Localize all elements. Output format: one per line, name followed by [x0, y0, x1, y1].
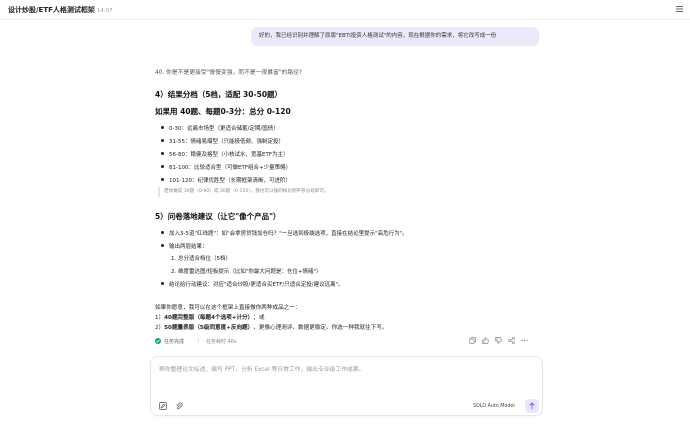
section4-subheading: 如果用 40题、每题0-3分：总分 0-120 — [155, 107, 291, 116]
user-message-text: 好的，我已经识别并理解了原版"EBTI投资人格测试"的内容，现在根据你的需求，将… — [259, 33, 497, 39]
sub-list-item: 1. 总分适合档位（5档） — [171, 256, 231, 262]
list-item: 56-80：稳健及格型（小核试水、宽基ETF为主） — [161, 150, 288, 158]
more-icon[interactable] — [521, 337, 528, 344]
list-item: 加入3-5道"红线题"：如"会拿房贷钱加仓吗？"一旦选到极端选项，直接在结论里提… — [161, 229, 408, 237]
hamburger-icon[interactable] — [676, 6, 683, 12]
copy-icon[interactable] — [469, 337, 476, 344]
closing-option-1: 1）40题完整版（每题4个选项+计分）；或 — [155, 315, 265, 321]
attach-icon[interactable] — [175, 402, 183, 410]
task-status-row: 任务完成 | 任务耗时 46s — [155, 337, 540, 346]
page-title: 设计炒股/ETF人格测试框架 — [8, 6, 95, 14]
top-bar: 设计炒股/ETF人格测试框架 昨天 14:07 — [0, 0, 690, 20]
status-separator: | — [198, 338, 200, 344]
edit-icon[interactable] — [159, 402, 167, 410]
user-message-bubble: 好的，我已经识别并理解了原版"EBTI投资人格测试"的内容，现在根据你的需求，将… — [251, 27, 539, 46]
thumbs-down-icon[interactable] — [495, 337, 502, 344]
list-item: 输出两层结果： — [161, 242, 208, 250]
arrow-up-icon — [529, 402, 535, 409]
list-item: 31-55：情绪易爆型（只能极低频、强制定投） — [161, 137, 284, 145]
message-actions — [469, 337, 541, 345]
check-circle-icon — [155, 338, 161, 344]
model-selector[interactable]: SOLO Auto Model — [473, 404, 515, 409]
list-item: 101-120：纪律优胜型（长期框架清晰，可进阶） — [161, 176, 291, 184]
timestamp: 昨天 14:07 — [84, 8, 113, 14]
composer-input[interactable]: 帮你整理论文综述、编写 PPT、分析 Excel 等日常工作，输出专业级工作成果… — [159, 364, 364, 373]
thumbs-up-icon[interactable] — [482, 337, 489, 344]
list-item: 0-30：远离市场型（更适合储蓄/定期/国债） — [161, 124, 279, 132]
task-status-label: 任务完成 — [164, 339, 185, 345]
sub-list-item: 2. 维度雷达图/短板提示（比如"你最大问题是：仓位+情绪"） — [171, 269, 322, 275]
question-40: 40. 你是不是更接受"慢慢变强，而不是一夜暴富"的路径? — [155, 70, 303, 76]
blockquote-note: 若你做成 30题（0-90）或 50题（0-150），我也可以按同样比例平移分段… — [158, 187, 329, 197]
send-button[interactable] — [525, 399, 539, 413]
message-composer[interactable]: 帮你整理论文综述、编写 PPT、分析 Excel 等日常工作，输出专业级工作成果… — [150, 356, 543, 416]
share-icon[interactable] — [508, 337, 515, 344]
closing-option-2: 2）50题量表版（5级同意度+反向题），更像心理测评，数据更稳定。你选一种我就往… — [155, 325, 388, 331]
closing-intro: 如果你愿意，我可以在这个框架上直接做你两种成品之一： — [155, 305, 301, 311]
section5-heading: 5）问卷落地建议（让它"像个产品"） — [155, 212, 281, 221]
list-item: 81-100：比较适合型（可做ETF组合+少量策略） — [161, 163, 291, 171]
section4-heading: 4）结果分档（5档，适配 30-50题） — [155, 90, 283, 99]
task-duration: 任务耗时 46s — [206, 339, 237, 345]
list-item: 结论给行动建议：对应"适合炒股/更适合买ETF/只适合定投/建议远离"。 — [161, 280, 344, 288]
